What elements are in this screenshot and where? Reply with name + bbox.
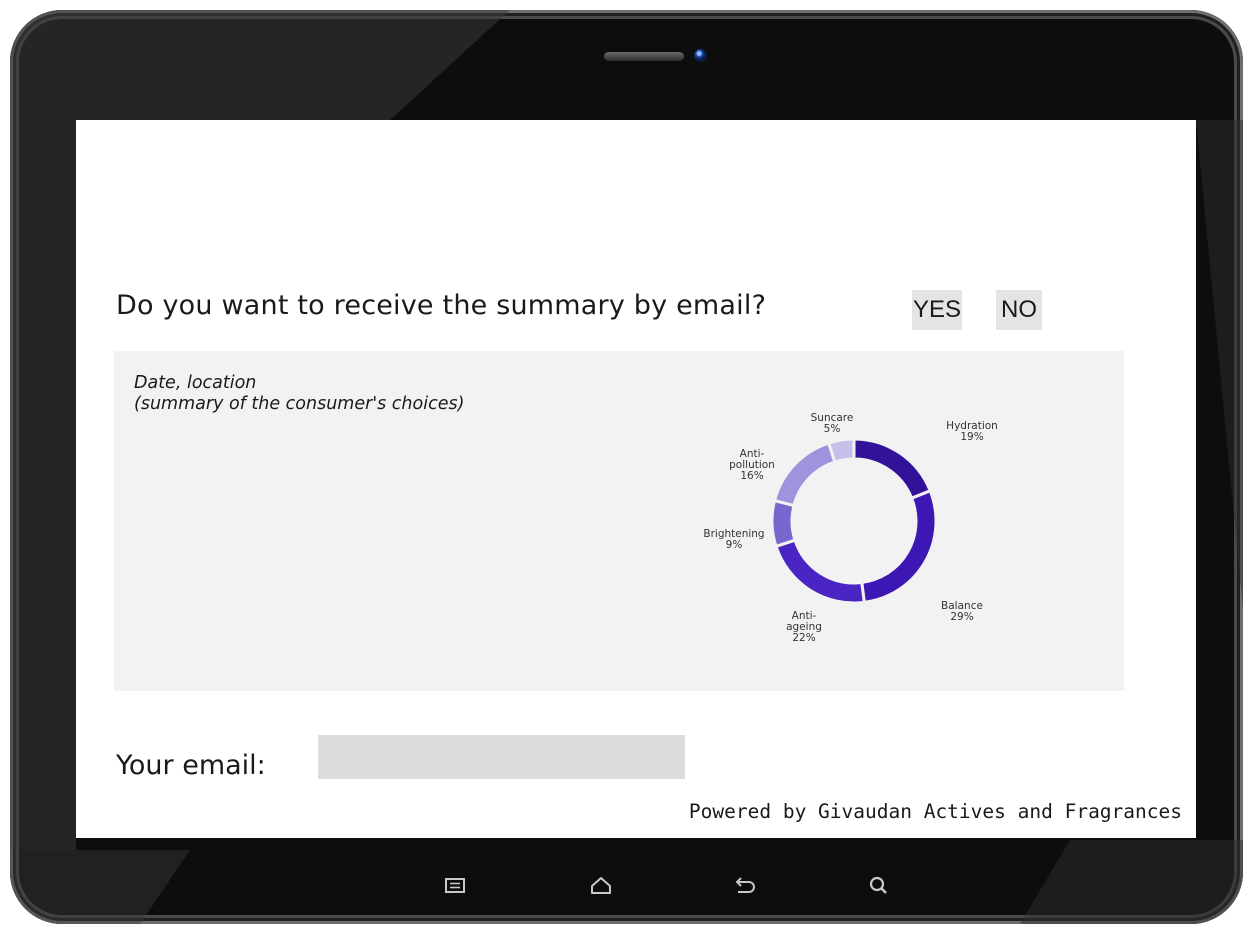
summary-date-location: Date, location <box>134 373 257 393</box>
back-icon[interactable] <box>730 873 760 899</box>
search-icon[interactable] <box>864 873 894 899</box>
donut-slice-brightening <box>770 498 797 549</box>
summary-description: Date, location (summary of the consumer'… <box>134 373 464 415</box>
choices-donut-chart: Hydration 19% Balance 29% Anti-ageing 22% Brig… <box>703 412 998 644</box>
summary-panel: Date, location (summary of the consumer'… <box>114 351 1124 691</box>
email-label: Your email: <box>116 750 266 781</box>
donut-label-hydration: Hydration 19% <box>946 420 998 443</box>
menu-icon[interactable] <box>440 873 470 899</box>
donut-slice-balance <box>860 488 938 605</box>
powered-by: Powered by Givaudan Actives and Fragranc… <box>688 800 1182 823</box>
donut-label-anti-ageing: Anti-ageing 22% <box>786 610 822 644</box>
donut-label-brightening: Brightening 9% <box>703 528 764 551</box>
summary-choices-note: (summary of the consumer's choices) <box>134 394 465 414</box>
donut-label-anti-pollution: Anti-pollution 16% <box>729 448 775 482</box>
donut-slice-anti-ageing <box>774 538 866 605</box>
donut-slice-suncare <box>826 437 856 464</box>
donut-slice-hydration <box>852 437 933 501</box>
no-button[interactable]: NO <box>996 290 1042 330</box>
yes-button[interactable]: YES <box>912 290 962 330</box>
screen: Do you want to receive the summary by em… <box>76 120 1196 838</box>
front-camera <box>694 49 707 62</box>
email-input[interactable] <box>318 735 685 779</box>
donut-label-suncare: Suncare 5% <box>811 412 854 435</box>
speaker-grille <box>604 52 684 61</box>
email-question: Do you want to receive the summary by em… <box>116 290 767 321</box>
donut-slice-anti-pollution <box>772 441 837 508</box>
home-icon[interactable] <box>586 873 616 899</box>
donut-label-balance: Balance 29% <box>941 600 983 623</box>
